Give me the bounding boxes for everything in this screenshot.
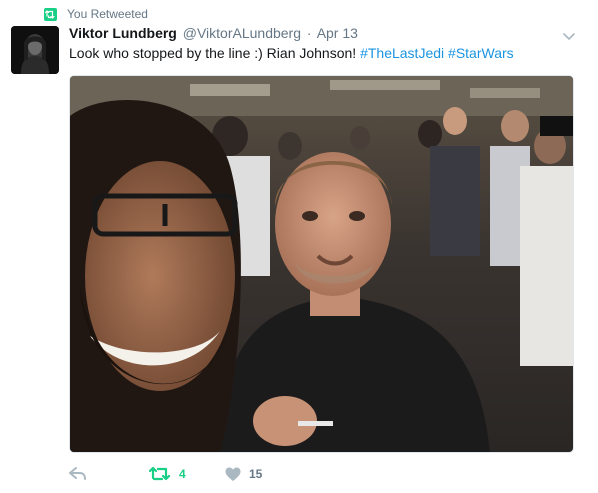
reply-icon <box>69 467 86 480</box>
hashtag-link[interactable]: #StarWars <box>448 45 514 61</box>
tweet-text-body: Look who stopped by the line :) Rian Joh… <box>69 45 361 61</box>
selfie-photo <box>70 76 573 452</box>
reply-button[interactable] <box>69 464 129 484</box>
tweet-photo[interactable] <box>69 75 574 453</box>
retweet-context-label: You Retweeted <box>67 7 148 21</box>
tweet-header: Viktor Lundberg @ViktorALundberg · Apr 1… <box>69 25 358 43</box>
like-button[interactable]: 15 <box>225 464 285 484</box>
tweet-card[interactable]: You Retweeted Viktor Lundberg @ViktorALu… <box>0 0 598 493</box>
tweet-text: Look who stopped by the line :) Rian Joh… <box>69 44 514 62</box>
separator-dot: · <box>306 25 312 41</box>
retweet-badge-icon <box>44 7 57 21</box>
chevron-down-icon[interactable] <box>563 28 575 41</box>
author-handle[interactable]: @ViktorALundberg <box>183 25 301 41</box>
tweet-actions: 4 15 <box>69 464 285 484</box>
avatar[interactable] <box>11 26 59 74</box>
heart-icon <box>225 467 241 481</box>
hashtag-link[interactable]: #TheLastJedi <box>360 45 444 61</box>
like-count: 15 <box>249 467 263 481</box>
retweet-button[interactable]: 4 <box>149 464 225 484</box>
author-name[interactable]: Viktor Lundberg <box>69 25 177 41</box>
tweet-timestamp[interactable]: Apr 13 <box>317 25 358 41</box>
retweet-icon <box>149 466 171 481</box>
retweet-context: You Retweeted <box>44 6 148 22</box>
retweet-count: 4 <box>179 467 186 481</box>
